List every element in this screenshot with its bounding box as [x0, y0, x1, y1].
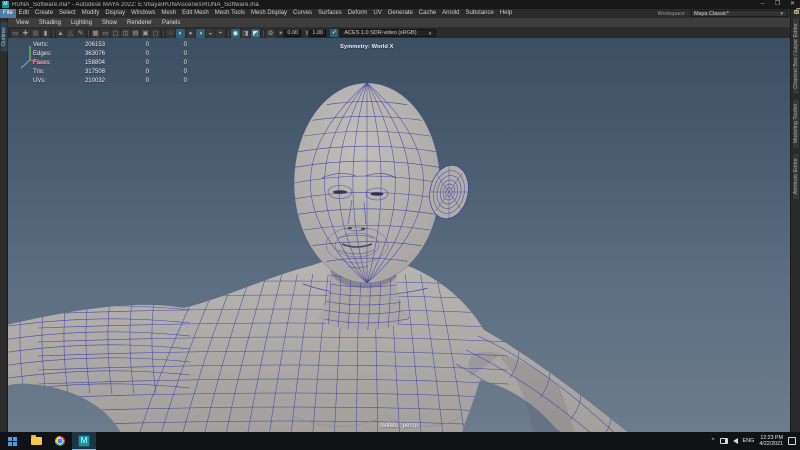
- menu-mesh-display[interactable]: Mesh Display: [248, 9, 290, 18]
- toolbar-icon-divider: [53, 30, 54, 37]
- menu-curves[interactable]: Curves: [290, 9, 315, 18]
- menu-arnold[interactable]: Arnold: [439, 9, 462, 18]
- action-center-icon[interactable]: [788, 437, 796, 445]
- chevron-down-icon: ▼: [780, 11, 784, 17]
- menu-surfaces[interactable]: Surfaces: [315, 9, 345, 18]
- panel-menu-lighting[interactable]: Lighting: [66, 18, 97, 28]
- toolbar-icon-isolate-select[interactable]: ◉: [231, 29, 240, 38]
- maya-application-window: M RUNA_Software.ma* - Autodesk MAYA 2022…: [0, 0, 800, 450]
- folder-icon: [31, 437, 42, 445]
- toolbar-icon-divider: [88, 30, 89, 37]
- windows-taskbar: M ^ ENG 12:23 PM 4/22/2021: [0, 432, 800, 450]
- clock[interactable]: 12:23 PM 4/22/2021: [759, 435, 783, 447]
- toolbar-icon-camera-roll[interactable]: ◎: [31, 29, 40, 38]
- taskbar-app-chrome[interactable]: [48, 432, 72, 450]
- toolbar-icon-lights-none[interactable]: ○: [166, 29, 175, 38]
- viewport-3d[interactable]: Verts: 206153 0 0 Edges: 363076 0 0 Face…: [8, 38, 790, 432]
- chevron-down-icon: ▼: [428, 31, 432, 36]
- windows-logo-icon: [8, 437, 17, 446]
- toolbar-icon-gate-mask[interactable]: ◫: [121, 29, 130, 38]
- toolbar-icon-xray[interactable]: ◨: [241, 29, 250, 38]
- workspace-label: Workspace :: [658, 11, 688, 17]
- title-bar: M RUNA_Software.ma* - Autodesk MAYA 2022…: [0, 0, 800, 9]
- toolbar-icon-safe-title[interactable]: ◻: [151, 29, 160, 38]
- toolbar-icon-resolution-gate[interactable]: ▢: [111, 29, 120, 38]
- exposure-field[interactable]: 0.00: [284, 30, 301, 37]
- menu-cache[interactable]: Cache: [416, 9, 439, 18]
- toolbar-icon-film-gate[interactable]: ▭: [101, 29, 110, 38]
- menu-mesh-tools[interactable]: Mesh Tools: [212, 9, 248, 18]
- taskbar-app-file-explorer[interactable]: [24, 432, 48, 450]
- toolbar-icon-field-chart[interactable]: ▤: [131, 29, 140, 38]
- toolbar-icon-camera-zoom[interactable]: ▮: [41, 29, 50, 38]
- gamma-icon: γ: [305, 30, 308, 36]
- menu-deform[interactable]: Deform: [345, 9, 371, 18]
- viewport-toolbar: ▭✚◎▮▲△✎▦▭▢◫▤▣◻○◐●◑◒◓◉◨◩⚙ ☀ 0.00 γ 1.00 ✓…: [8, 28, 790, 38]
- sidebar-tab-channel-box-layer-editor[interactable]: Channel Box / Layer Editor: [792, 17, 800, 95]
- toolbar-icon-grid-toggle[interactable]: ▦: [91, 29, 100, 38]
- menu-substance[interactable]: Substance: [462, 9, 496, 18]
- taskbar-app-maya[interactable]: M: [72, 432, 96, 450]
- menu-help[interactable]: Help: [497, 9, 515, 18]
- workspace-value: Maya Classic*: [694, 11, 729, 17]
- view-axis-gizmo: [16, 38, 790, 432]
- maya-app-icon: M: [2, 1, 9, 8]
- panel-menu-panels[interactable]: Panels: [157, 18, 185, 28]
- toolbar-icon-selection-outline[interactable]: △: [66, 29, 75, 38]
- window-control-minimize[interactable]: –: [755, 0, 770, 9]
- viewport-panel-menu: ViewShadingLightingShowRendererPanels: [8, 18, 790, 28]
- toolbar-icon-camera-bookmark[interactable]: ▭: [11, 29, 20, 38]
- language-indicator[interactable]: ENG: [743, 438, 755, 444]
- toolbar-icon-viewport-settings-gear[interactable]: ⚙: [266, 29, 275, 38]
- panel-menu-renderer[interactable]: Renderer: [122, 18, 157, 28]
- sidebar-tab-attribute-editor[interactable]: Attribute Editor: [792, 152, 800, 200]
- toolbar-icon-ambient-occlusion[interactable]: ◒: [206, 29, 215, 38]
- toolbar-icon-lights-all[interactable]: ●: [186, 29, 195, 38]
- toolbar-icon-divider: [228, 30, 229, 37]
- workspace-dropdown[interactable]: Maya Classic* ▼: [691, 10, 787, 17]
- color-management-toggle[interactable]: ✓: [330, 29, 338, 37]
- workspace-switcher: Workspace : Maya Classic* ▼: [658, 10, 800, 17]
- tray-date: 4/22/2021: [759, 441, 783, 447]
- view-transform-value: ACES 1.0 SDR-video (sRGB): [344, 30, 416, 36]
- left-panel-strip: Outliner: [0, 18, 8, 432]
- toolbar-icon-divider: [163, 30, 164, 37]
- panel-menu-shading[interactable]: Shading: [34, 18, 66, 28]
- window-title: RUNA_Software.ma* - Autodesk MAYA 2022: …: [12, 2, 259, 8]
- maya-icon: M: [78, 435, 90, 447]
- exposure-icon: ☀: [278, 30, 283, 37]
- speaker-icon[interactable]: [733, 438, 738, 444]
- view-transform-dropdown[interactable]: ACES 1.0 SDR-video (sRGB) ▼: [340, 29, 436, 37]
- toolbar-icon-shadows[interactable]: ◑: [196, 29, 205, 38]
- toolbar-icon-pencil-tool[interactable]: ✎: [76, 29, 85, 38]
- panel-menu-show[interactable]: Show: [97, 18, 122, 28]
- outliner-tab[interactable]: Outliner: [0, 21, 8, 52]
- start-button[interactable]: [0, 432, 24, 450]
- sidebar-lock-icon[interactable]: [794, 10, 799, 14]
- toolbar-icon-lights-default[interactable]: ◐: [176, 29, 185, 38]
- hidden-icons-chevron[interactable]: ^: [712, 438, 715, 444]
- chrome-icon: [55, 436, 65, 446]
- toolbar-icon-divider: [263, 30, 264, 37]
- panel-menu-view[interactable]: View: [11, 18, 34, 28]
- toolbar-icon-select-highlight[interactable]: ▲: [56, 29, 65, 38]
- toolbar-icon-motion-blur[interactable]: ◓: [216, 29, 225, 38]
- menu-generate[interactable]: Generate: [385, 9, 416, 18]
- sidebar-tab-modeling-toolkit[interactable]: Modeling Toolkit: [792, 98, 800, 149]
- window-control-maximize[interactable]: ❐: [770, 0, 785, 9]
- toolbar-icon-wireframe-on-shaded[interactable]: ◩: [251, 29, 260, 38]
- system-tray: ^ ENG 12:23 PM 4/22/2021: [712, 435, 800, 447]
- menu-uv[interactable]: UV: [370, 9, 384, 18]
- gamma-field[interactable]: 1.00: [309, 30, 326, 37]
- toolbar-icon-safe-action[interactable]: ▣: [141, 29, 150, 38]
- right-panel-strip: Channel Box / Layer Editor Modeling Toolk…: [790, 9, 800, 432]
- toolbar-icon-camera-pan[interactable]: ✚: [21, 29, 30, 38]
